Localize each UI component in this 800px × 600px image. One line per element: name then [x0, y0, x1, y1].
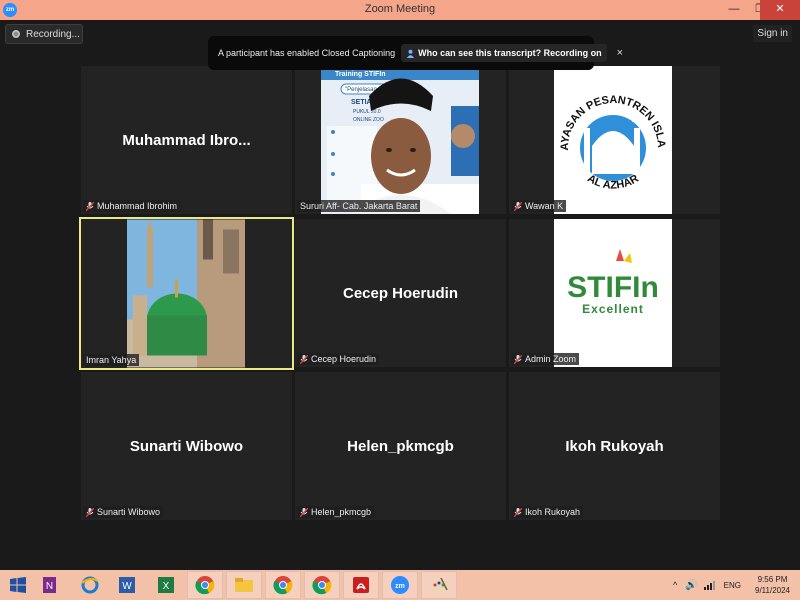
transcript-info-link[interactable]: Who can see this transcript? Recording o… — [401, 44, 607, 62]
svg-text:N: N — [46, 581, 53, 592]
participant-tile[interactable]: Helen_pkmcgb Helen_pkmcgb — [295, 372, 506, 520]
participant-label: Sunarti Wibowo — [83, 506, 164, 518]
chrome-icon[interactable] — [187, 571, 223, 599]
closed-caption-banner: A participant has enabled Closed Caption… — [208, 36, 623, 70]
participant-label: Helen_pkmcgb — [297, 506, 375, 518]
mic-muted-icon — [86, 507, 94, 517]
participant-video: Training STIFIn "Penjelasan I SETIAP S P… — [321, 66, 479, 214]
stifin-logo-sub: Excellent — [582, 302, 644, 316]
windows-taskbar: N W X zm ^ 🔊 ENG 9:56 PM 9/11/2024 — [0, 570, 800, 600]
system-tray: ^ 🔊 ENG 9:56 PM 9/11/2024 — [673, 570, 800, 600]
chevron-up-icon[interactable]: ^ — [673, 580, 677, 590]
close-icon[interactable]: × — [617, 47, 623, 59]
participant-label: Wawan K — [511, 200, 567, 212]
window-title: Zoom Meeting — [364, 3, 436, 15]
participant-display-name: Cecep Hoerudin — [342, 284, 459, 302]
mic-muted-icon — [514, 201, 522, 211]
mic-muted-icon — [300, 507, 308, 517]
zoom-icon[interactable]: zm — [382, 571, 418, 599]
participant-display-name: Muhammad Ibro... — [122, 131, 251, 149]
system-clock[interactable]: 9:56 PM 9/11/2024 — [755, 574, 790, 596]
transcript-link-text: Who can see this transcript? Recording o… — [418, 48, 602, 58]
participant-name: Wawan K — [525, 201, 564, 211]
participant-tile[interactable]: Sunarti Wibowo Sunarti Wibowo — [81, 372, 292, 520]
speaker-icon[interactable]: 🔊 — [685, 580, 697, 591]
participant-name: Cecep Hoerudin — [311, 354, 377, 364]
mic-muted-icon — [86, 201, 94, 211]
participant-name: Muhammad Ibrohim — [97, 201, 178, 211]
paint-icon[interactable] — [421, 571, 457, 599]
chrome-icon[interactable] — [265, 571, 301, 599]
language-indicator[interactable]: ENG — [724, 581, 741, 590]
participant-label: Muhammad Ibrohim — [83, 200, 181, 212]
windows-start-icon[interactable] — [0, 571, 36, 599]
participant-label: Imran Yahya — [83, 354, 140, 366]
participant-name: Imran Yahya — [86, 355, 137, 365]
participant-video — [127, 219, 245, 368]
participant-tile[interactable]: YAYASAN PESANTREN ISLAM AL AZHAR Wawan K — [509, 66, 720, 214]
participant-display-name: Helen_pkmcgb — [347, 437, 454, 455]
svg-text:X: X — [163, 581, 170, 592]
participant-display-name: Ikoh Rukoyah — [565, 437, 664, 455]
participant-tile[interactable]: Training STIFIn "Penjelasan I SETIAP S P… — [295, 66, 506, 214]
excel-icon[interactable]: X — [148, 571, 184, 599]
slide-banner-text: Training STIFIn — [335, 71, 386, 78]
slide-pukul-text: PUKUL 20.0 — [353, 109, 381, 115]
yayasan-al-azhar-logo: YAYASAN PESANTREN ISLAM AL AZHAR — [554, 66, 672, 214]
participant-label: Admin Zoom — [511, 353, 580, 365]
participant-name: Helen_pkmcgb — [311, 507, 372, 517]
participant-name: Sunarti Wibowo — [97, 507, 161, 517]
participant-tile[interactable]: Cecep Hoerudin Cecep Hoerudin — [295, 219, 506, 367]
onenote-icon[interactable]: N — [32, 571, 68, 599]
word-icon[interactable]: W — [109, 571, 145, 599]
participant-tile[interactable]: Muhammad Ibro... Muhammad Ibrohim — [81, 66, 292, 214]
recording-label: Recording... — [26, 28, 80, 40]
participant-name: Ikoh Rukoyah — [525, 507, 581, 517]
participant-label: Ikoh Rukoyah — [511, 506, 584, 518]
slide-online-text: ONLINE ZOO — [353, 117, 384, 123]
mic-muted-icon — [300, 354, 308, 364]
network-signal-icon[interactable] — [703, 580, 716, 590]
clock-date: 9/11/2024 — [755, 586, 790, 595]
person-icon — [407, 49, 415, 58]
participant-tile[interactable]: Ikoh Rukoyah Ikoh Rukoyah — [509, 372, 720, 520]
window-titlebar: zm Zoom Meeting — ❐ ✕ — [0, 0, 800, 20]
sign-in-button[interactable]: Sign in — [753, 25, 792, 42]
record-icon — [12, 30, 20, 38]
cc-banner-text: A participant has enabled Closed Caption… — [218, 48, 396, 58]
chrome-icon[interactable] — [304, 571, 340, 599]
acrobat-icon[interactable] — [343, 571, 379, 599]
participant-name: Sururi Aff- Cab. Jakarta Barat — [300, 201, 418, 211]
svg-text:W: W — [122, 581, 132, 592]
svg-text:zm: zm — [395, 583, 405, 590]
recording-indicator[interactable]: Recording... — [5, 24, 83, 44]
participant-label: Sururi Aff- Cab. Jakarta Barat — [297, 200, 421, 212]
participant-name: Admin Zoom — [525, 354, 577, 364]
participant-tile[interactable]: STIFIn Excellent Admin Zoom — [509, 219, 720, 367]
stifin-logo: STIFIn Excellent — [554, 219, 672, 367]
participant-label: Cecep Hoerudin — [297, 353, 380, 365]
mic-muted-icon — [514, 354, 522, 364]
stifin-logo-main: STIFIn — [567, 271, 659, 304]
internet-explorer-icon[interactable] — [72, 571, 108, 599]
participant-display-name: Sunarti Wibowo — [129, 437, 244, 455]
file-explorer-icon[interactable] — [226, 571, 262, 599]
minimize-button[interactable]: — — [722, 0, 746, 20]
mic-muted-icon — [514, 507, 522, 517]
close-window-button[interactable]: ✕ — [760, 0, 800, 20]
clock-time: 9:56 PM — [757, 575, 788, 584]
participant-tile-active-speaker[interactable]: Imran Yahya — [79, 217, 294, 370]
